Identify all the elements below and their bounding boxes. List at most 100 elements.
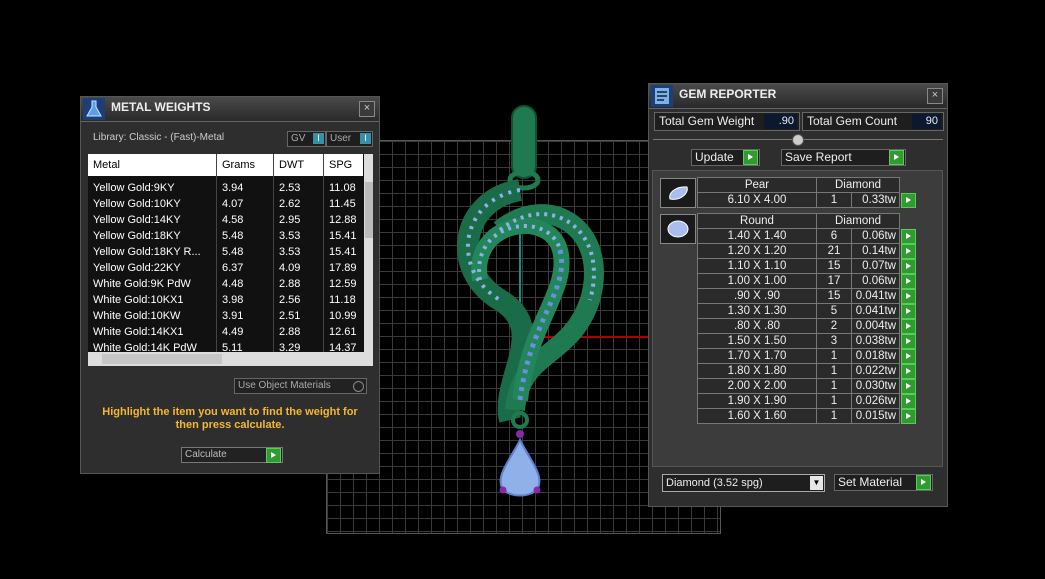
table-row[interactable]: White Gold:10KX1 3.98 2.56 11.18 — [88, 292, 363, 308]
select-gem-icon[interactable] — [901, 333, 916, 349]
select-gem-icon[interactable] — [901, 378, 916, 394]
user-toggle-marker: I — [360, 133, 371, 144]
select-gem-icon[interactable] — [901, 228, 916, 244]
report-icon — [651, 85, 673, 107]
gem-reporter-titlebar[interactable]: GEM REPORTER × — [649, 84, 947, 109]
gem-weight: 0.041tw — [851, 288, 900, 304]
column-header[interactable]: Grams — [222, 159, 255, 171]
table-cell: 3.94 — [222, 182, 244, 194]
table-cell: 10.99 — [329, 310, 357, 322]
gem-row[interactable]: 1.00 X 1.00 17 0.06tw — [697, 273, 917, 289]
pendant-model[interactable] — [440, 100, 610, 500]
gem-table-header: Round Diamond — [697, 213, 917, 229]
set-material-button[interactable]: Set Material — [834, 474, 933, 491]
gem-row[interactable]: 6.10 X 4.00 1 0.33tw — [697, 192, 917, 208]
column-header[interactable]: SPG — [329, 159, 352, 171]
total-gem-weight-value: .90 — [764, 114, 797, 129]
gem-row[interactable]: 1.50 X 1.50 3 0.038tw — [697, 333, 917, 349]
vertical-scrollbar[interactable] — [364, 154, 373, 352]
table-row[interactable]: White Gold:10KW 3.91 2.51 10.99 — [88, 308, 363, 324]
save-report-button[interactable]: Save Report — [781, 149, 906, 166]
select-gem-icon[interactable] — [901, 258, 916, 274]
table-row[interactable]: Yellow Gold:22KY 6.37 4.09 17.89 — [88, 260, 363, 276]
table-cell: 11.08 — [329, 182, 356, 194]
play-arrow-icon[interactable] — [889, 150, 904, 165]
gem-count: 15 — [816, 288, 852, 304]
table-row[interactable]: White Gold:9K PdW 4.48 2.88 12.59 — [88, 276, 363, 292]
gem-row[interactable]: 1.90 X 1.90 1 0.026tw — [697, 393, 917, 409]
table-cell: White Gold:14KX1 — [93, 326, 184, 338]
play-arrow-icon[interactable] — [916, 475, 931, 490]
update-button[interactable]: Update — [691, 149, 760, 166]
radio-icon[interactable] — [353, 381, 364, 392]
column-divider — [323, 154, 324, 352]
table-cell: 3.98 — [222, 294, 244, 306]
chevron-down-icon[interactable]: ▼ — [810, 476, 823, 490]
gv-toggle[interactable]: GV I — [287, 131, 326, 147]
total-gem-count: Total Gem Count 90 — [802, 112, 944, 131]
gem-row[interactable]: .90 X .90 15 0.041tw — [697, 288, 917, 304]
select-gem-icon[interactable] — [901, 393, 916, 409]
table-cell: 5.11 — [222, 342, 243, 352]
gem-row[interactable]: 1.40 X 1.40 6 0.06tw — [697, 228, 917, 244]
gem-size: 1.90 X 1.90 — [697, 393, 817, 409]
gem-row[interactable]: 1.30 X 1.30 5 0.041tw — [697, 303, 917, 319]
user-toggle[interactable]: User I — [326, 131, 373, 147]
gem-count: 1 — [816, 393, 852, 409]
table-cell: White Gold:10KW — [93, 310, 181, 322]
gem-count: 3 — [816, 333, 852, 349]
gem-row[interactable]: 1.60 X 1.60 1 0.015tw — [697, 408, 917, 424]
total-gem-count-label: Total Gem Count — [807, 114, 898, 128]
close-icon[interactable]: × — [359, 101, 375, 117]
select-gem-icon[interactable] — [901, 363, 916, 379]
select-gem-icon[interactable] — [901, 243, 916, 259]
horizontal-scrollbar[interactable] — [88, 352, 373, 366]
table-cell: 5.48 — [222, 230, 244, 242]
gem-size: 1.00 X 1.00 — [697, 273, 817, 289]
select-gem-icon[interactable] — [901, 192, 916, 208]
gem-row[interactable]: 1.10 X 1.10 15 0.07tw — [697, 258, 917, 274]
calculate-button[interactable]: Calculate — [181, 447, 283, 463]
select-gem-icon[interactable] — [901, 348, 916, 364]
gem-material-label: Diamond — [816, 213, 900, 229]
select-gem-icon[interactable] — [901, 408, 916, 424]
table-row[interactable]: Yellow Gold:18KY R... 5.48 3.53 15.41 — [88, 244, 363, 260]
table-row[interactable]: White Gold:14KX1 4.49 2.88 12.61 — [88, 324, 363, 340]
instruction-text: Highlight the item you want to find the … — [102, 406, 358, 431]
metal-table[interactable]: Metal Grams DWT SPG Yellow Gold:9KY 3.94 2… — [88, 154, 373, 352]
gem-row[interactable]: 1.80 X 1.80 1 0.022tw — [697, 363, 917, 379]
close-icon[interactable]: × — [927, 88, 943, 104]
metal-weights-titlebar[interactable]: METAL WEIGHTS × — [81, 97, 379, 122]
gem-shape-label: Round — [697, 213, 817, 229]
gem-list: Pear Diamond 6.10 X 4.00 1 0.33tw Round Diamo… — [652, 170, 943, 467]
select-gem-icon[interactable] — [901, 288, 916, 304]
calculate-label: Calculate — [185, 449, 227, 460]
column-header[interactable]: DWT — [279, 159, 304, 171]
gem-row[interactable]: .80 X .80 2 0.004tw — [697, 318, 917, 334]
total-gem-weight-label: Total Gem Weight — [659, 114, 755, 128]
gem-size: 1.70 X 1.70 — [697, 348, 817, 364]
table-cell: 12.61 — [329, 326, 357, 338]
select-gem-icon[interactable] — [901, 273, 916, 289]
table-row[interactable]: Yellow Gold:14KY 4.58 2.95 12.88 — [88, 212, 363, 228]
table-row[interactable]: Yellow Gold:9KY 3.94 2.53 11.08 — [88, 180, 363, 196]
column-header[interactable]: Metal — [93, 159, 120, 171]
table-row[interactable]: White Gold:14K PdW 5.11 3.29 14.37 — [88, 340, 363, 352]
table-cell: 4.58 — [222, 214, 244, 226]
table-row[interactable]: Yellow Gold:10KY 4.07 2.62 11.45 — [88, 196, 363, 212]
table-cell: Yellow Gold:14KY — [93, 214, 181, 226]
select-gem-icon[interactable] — [901, 303, 916, 319]
play-arrow-icon[interactable] — [266, 448, 281, 463]
table-cell: 5.48 — [222, 246, 244, 258]
update-label: Update — [695, 150, 734, 164]
gem-row[interactable]: 1.20 X 1.20 21 0.14tw — [697, 243, 917, 259]
use-object-materials-option[interactable]: Use Object Materials — [234, 378, 367, 394]
slider-knob[interactable] — [792, 134, 804, 146]
table-cell: 3.29 — [279, 342, 301, 352]
play-arrow-icon[interactable] — [743, 150, 758, 165]
select-gem-icon[interactable] — [901, 318, 916, 334]
gem-row[interactable]: 1.70 X 1.70 1 0.018tw — [697, 348, 917, 364]
table-row[interactable]: Yellow Gold:18KY 5.48 3.53 15.41 — [88, 228, 363, 244]
gem-row[interactable]: 2.00 X 2.00 1 0.030tw — [697, 378, 917, 394]
material-select[interactable]: Diamond (3.52 spg) ▼ — [662, 474, 825, 492]
